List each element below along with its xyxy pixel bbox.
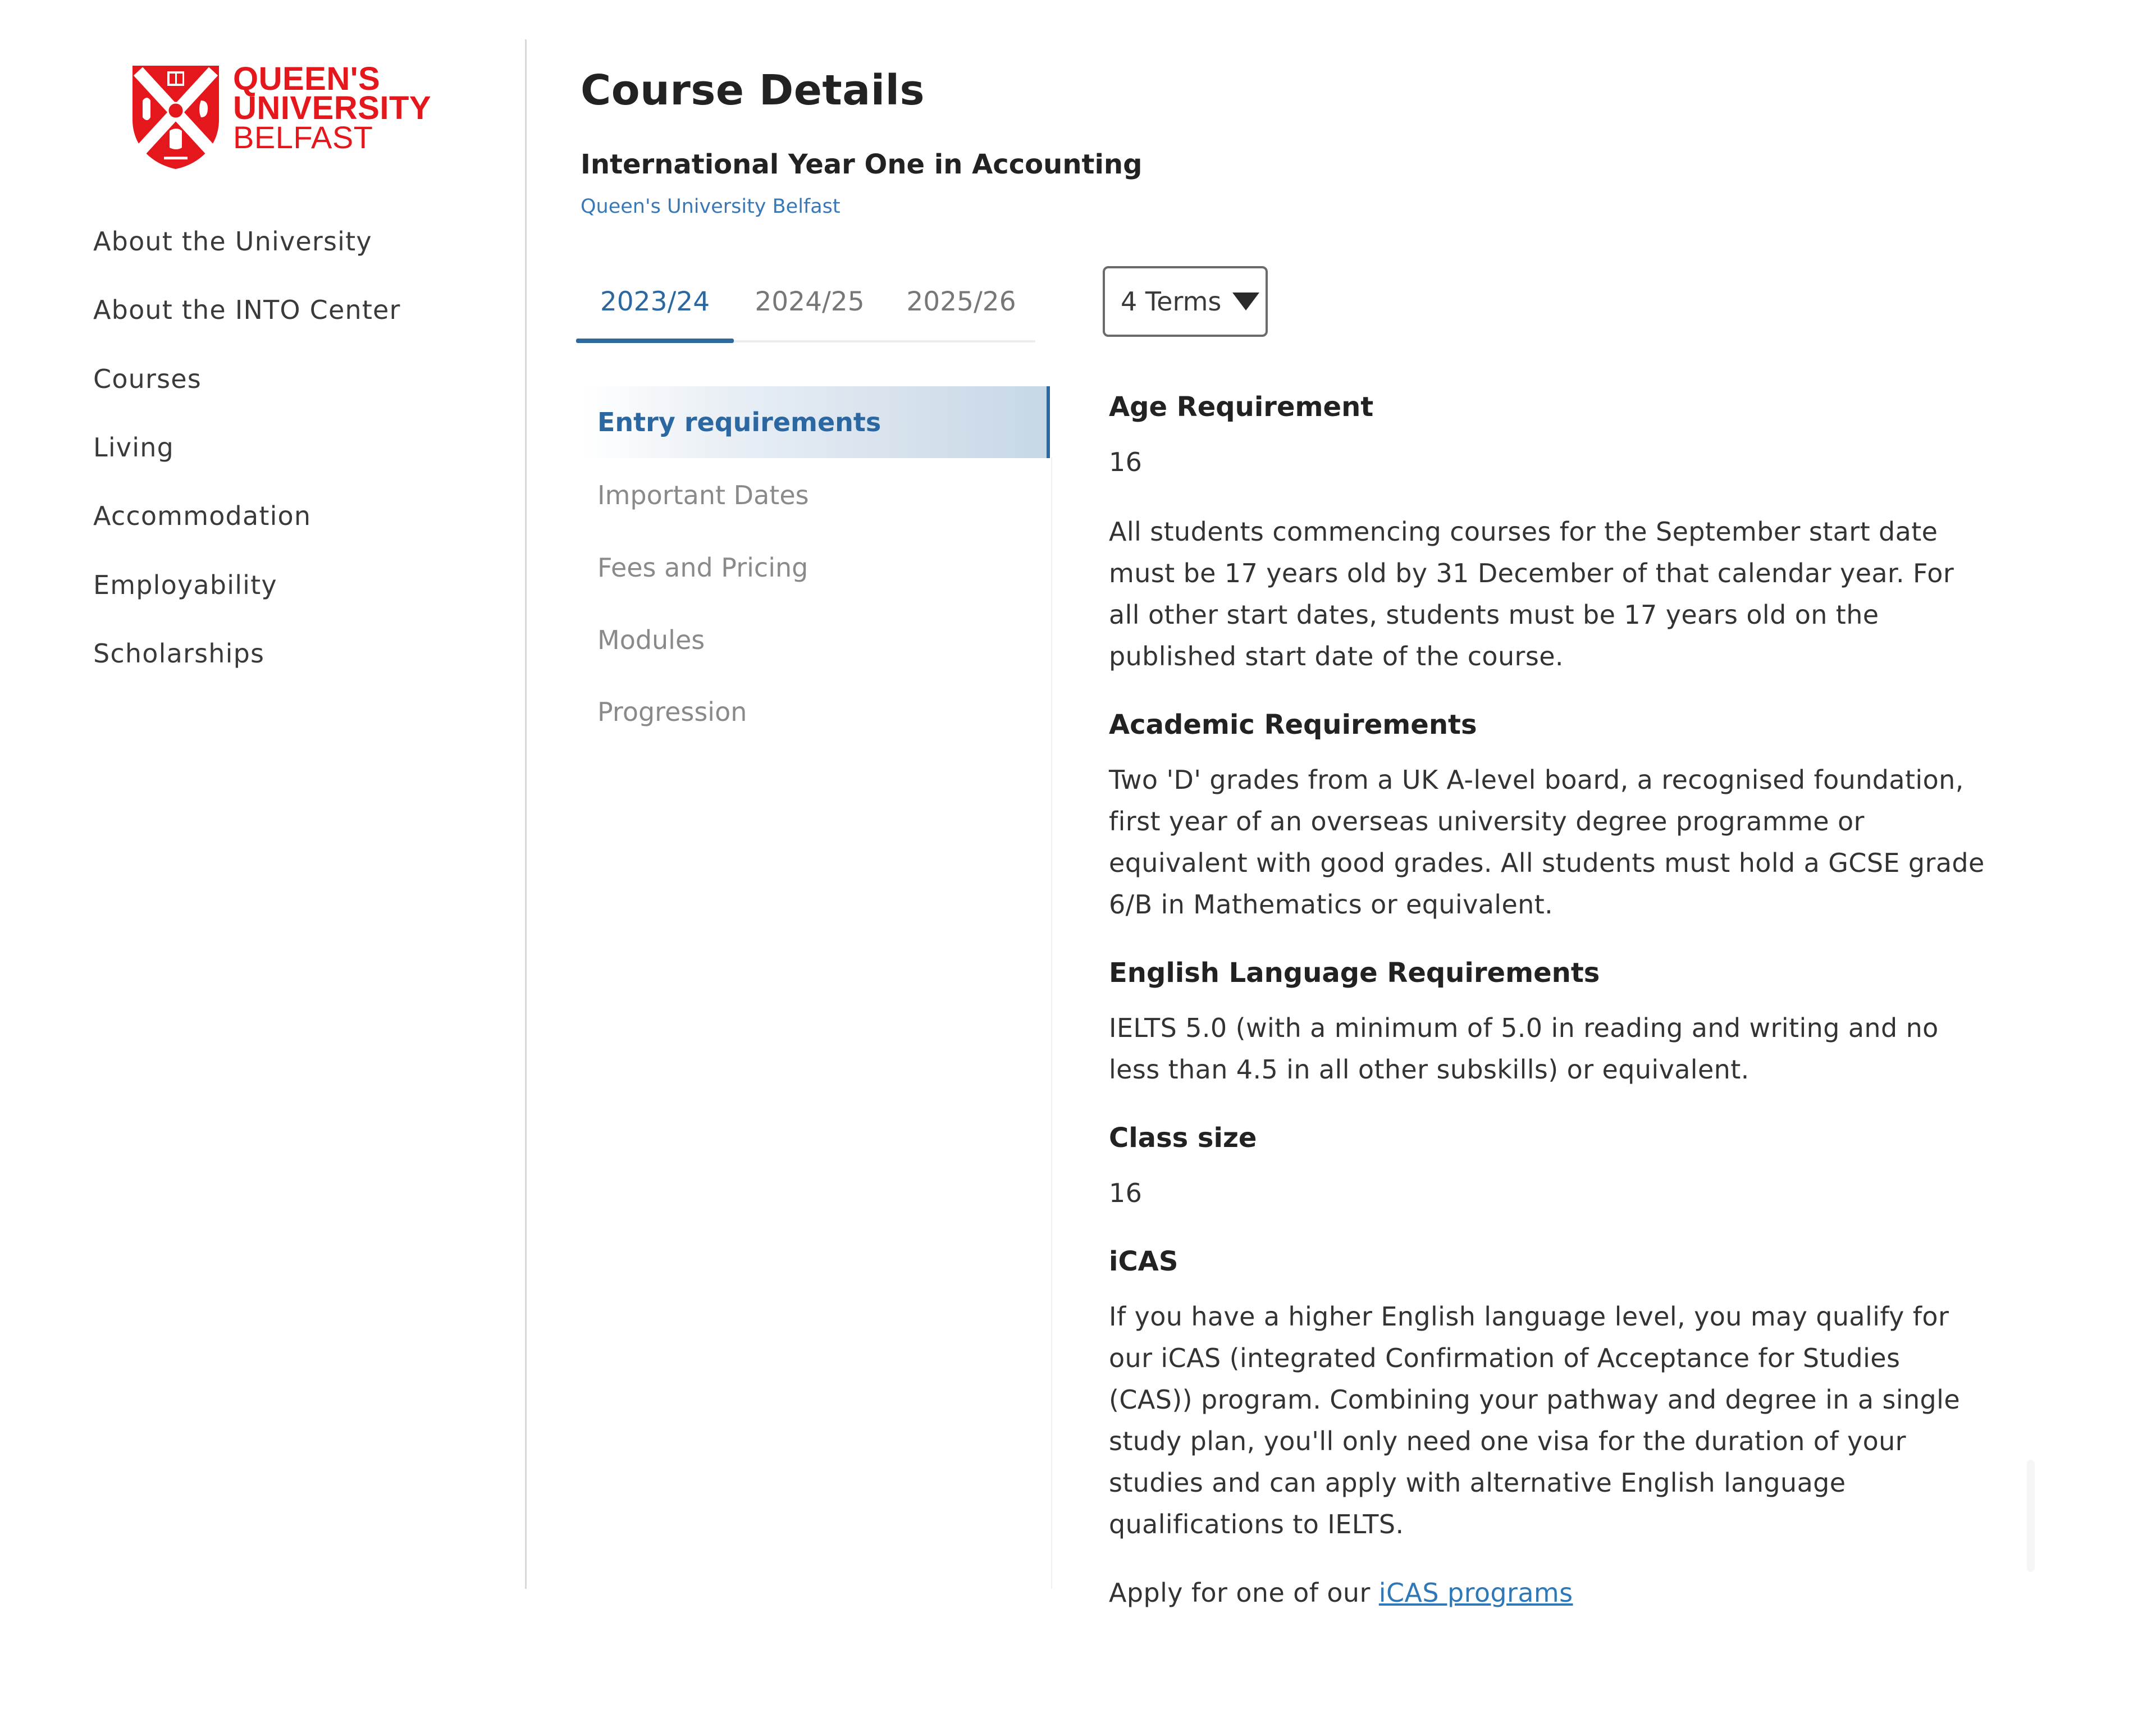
- english-requirements-heading: English Language Requirements: [1109, 957, 1600, 989]
- age-requirement-value: 16: [1109, 447, 1143, 477]
- sidebar-item-scholarships[interactable]: Scholarships: [93, 638, 264, 669]
- english-requirements-text: IELTS 5.0 (with a minimum of 5.0 in read…: [1109, 1013, 1939, 1085]
- sidebar-item-about-university[interactable]: About the University: [93, 226, 372, 257]
- caret-down-icon: [1232, 293, 1260, 310]
- section-nav-fees-and-pricing[interactable]: Fees and Pricing: [584, 532, 1050, 604]
- sidebar-item-accommodation[interactable]: Accommodation: [93, 501, 311, 531]
- university-logo[interactable]: QUEEN'S UNIVERSITY BELFAST: [130, 63, 431, 170]
- icas-text: If you have a higher English language le…: [1109, 1301, 1961, 1539]
- icas-section: iCAS If you have a higher English langua…: [1109, 1241, 1990, 1614]
- terms-dropdown[interactable]: 4 Terms: [1103, 266, 1268, 337]
- logo-line-2: UNIVERSITY: [233, 90, 432, 126]
- class-size-value: 16: [1109, 1178, 1143, 1208]
- sidebar-item-about-into-center[interactable]: About the INTO Center: [93, 295, 401, 325]
- course-name: International Year One in Accounting: [581, 149, 1143, 180]
- icas-apply-prefix: Apply for one of our: [1109, 1578, 1379, 1608]
- section-nav-modules[interactable]: Modules: [584, 604, 1050, 676]
- english-requirements-section: English Language Requirements IELTS 5.0 …: [1109, 952, 1990, 1090]
- icas-apply-line: Apply for one of our iCAS programs: [1109, 1572, 1990, 1614]
- academic-requirements-section: Academic Requirements Two 'D' grades fro…: [1109, 704, 1990, 925]
- icas-programs-link[interactable]: iCAS programs: [1379, 1578, 1573, 1608]
- sidebar-divider: [525, 39, 527, 1589]
- section-nav-entry-requirements[interactable]: Entry requirements: [584, 386, 1050, 458]
- section-nav-progression[interactable]: Progression: [584, 676, 1050, 748]
- academic-requirements-text: Two 'D' grades from a UK A-level board, …: [1109, 765, 1985, 920]
- age-requirement-text: All students commencing courses for the …: [1109, 517, 1954, 671]
- sidebar-item-living[interactable]: Living: [93, 432, 174, 463]
- class-size-section: Class size 16: [1109, 1117, 1990, 1214]
- academic-requirements-heading: Academic Requirements: [1109, 709, 1477, 741]
- entry-requirements-content: Age Requirement 16 All students commenci…: [1109, 386, 1990, 1614]
- university-wordmark: QUEEN'S UNIVERSITY BELFAST: [233, 63, 432, 155]
- age-requirement-heading: Age Requirement: [1109, 391, 1374, 423]
- terms-dropdown-value: 4 Terms: [1121, 286, 1222, 317]
- logo-line-3: BELFAST: [233, 120, 373, 155]
- year-tabs: 2023/24 2024/25 2025/26: [576, 275, 1035, 344]
- tab-2025-26[interactable]: 2025/26: [885, 275, 1037, 342]
- tab-2023-24[interactable]: 2023/24: [576, 275, 734, 342]
- tab-2024-25[interactable]: 2024/25: [734, 275, 885, 342]
- scrollbar[interactable]: [2027, 1460, 2035, 1572]
- sidebar-item-courses[interactable]: Courses: [93, 364, 202, 394]
- university-link[interactable]: Queen's University Belfast: [581, 195, 841, 218]
- section-nav-important-dates[interactable]: Important Dates: [584, 459, 1050, 531]
- icas-heading: iCAS: [1109, 1246, 1179, 1277]
- class-size-heading: Class size: [1109, 1122, 1257, 1154]
- page-title: Course Details: [581, 66, 925, 115]
- section-nav-divider: [1051, 458, 1052, 1589]
- university-crest-icon: [133, 66, 219, 169]
- age-requirement-section: Age Requirement 16 All students commenci…: [1109, 386, 1990, 677]
- sidebar-item-employability[interactable]: Employability: [93, 570, 277, 600]
